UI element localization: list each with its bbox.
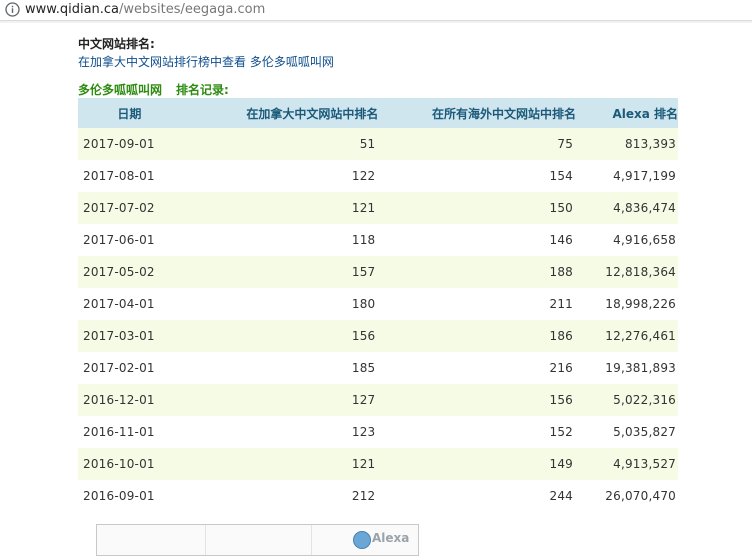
- cell-date: 2016-12-01: [78, 384, 181, 416]
- cell-overseas-rank: 244: [378, 480, 577, 512]
- records-label: 排名记录:: [176, 83, 229, 97]
- cell-overseas-rank: 146: [378, 224, 577, 256]
- table-row: 2016-11-01 123 152 5,035,827: [78, 416, 678, 448]
- table-row: 2017-02-01 185 216 19,381,893: [78, 352, 678, 384]
- header-date: 日期: [78, 98, 181, 128]
- cell-canada-rank: 123: [180, 416, 379, 448]
- cell-overseas-rank: 154: [378, 160, 577, 192]
- cell-alexa-rank: 5,035,827: [576, 416, 678, 448]
- cell-alexa-rank: 813,393: [576, 128, 678, 160]
- cell-alexa-rank: 5,022,316: [576, 384, 678, 416]
- cell-canada-rank: 121: [180, 192, 379, 224]
- widget-divider: [311, 525, 312, 555]
- ranking-link-site[interactable]: 多伦多呱呱叫网: [250, 55, 334, 69]
- cell-alexa-rank: 12,818,364: [576, 256, 678, 288]
- cell-date: 2017-05-02: [78, 256, 181, 288]
- url-domain: www.qidian.ca: [25, 2, 120, 17]
- cell-canada-rank: 212: [180, 480, 379, 512]
- cell-date: 2017-07-02: [78, 192, 181, 224]
- header-alexa-rank: Alexa 排名: [576, 98, 678, 128]
- cell-overseas-rank: 149: [378, 448, 577, 480]
- cell-overseas-rank: 186: [378, 320, 577, 352]
- cell-canada-rank: 51: [180, 128, 379, 160]
- cell-canada-rank: 127: [180, 384, 379, 416]
- cell-alexa-rank: 26,070,470: [576, 480, 678, 512]
- toolbar-divider: [0, 21, 752, 23]
- cell-overseas-rank: 156: [378, 384, 577, 416]
- url-path: /websites/eegaga.com: [119, 2, 266, 17]
- url-text[interactable]: www.qidian.ca/websites/eegaga.com: [25, 1, 265, 18]
- cell-alexa-rank: 18,998,226: [576, 288, 678, 320]
- records-site-name: 多伦多呱呱叫网: [78, 83, 163, 97]
- cell-date: 2017-04-01: [78, 288, 181, 320]
- header-canada-rank: 在加拿大中文网站中排名: [180, 98, 379, 128]
- cell-date: 2016-10-01: [78, 448, 181, 480]
- cell-alexa-rank: 4,916,658: [576, 224, 678, 256]
- table-row: 2017-04-01 180 211 18,998,226: [78, 288, 678, 320]
- alexa-logo-icon: [353, 531, 371, 549]
- cell-date: 2017-09-01: [78, 128, 181, 160]
- info-icon[interactable]: [5, 2, 20, 17]
- alexa-widget: Alexa: [96, 524, 419, 556]
- cell-overseas-rank: 188: [378, 256, 577, 288]
- alexa-brand-text: Alexa: [372, 531, 410, 545]
- cell-date: 2017-03-01: [78, 320, 181, 352]
- table-row: 2016-09-01 212 244 26,070,470: [78, 480, 678, 512]
- cell-date: 2017-02-01: [78, 352, 181, 384]
- cell-overseas-rank: 75: [378, 128, 577, 160]
- ranking-link-prefix[interactable]: 在加拿大中文网站排行榜中查看: [78, 55, 246, 69]
- table-row: 2017-08-01 122 154 4,917,199: [78, 160, 678, 192]
- ranking-title: 中文网站排名:: [78, 37, 155, 51]
- cell-alexa-rank: 4,913,527: [576, 448, 678, 480]
- cell-date: 2016-11-01: [78, 416, 181, 448]
- cell-canada-rank: 157: [180, 256, 379, 288]
- cell-date: 2016-09-01: [78, 480, 181, 512]
- address-bar[interactable]: www.qidian.ca/websites/eegaga.com: [0, 0, 752, 21]
- cell-alexa-rank: 4,917,199: [576, 160, 678, 192]
- cell-canada-rank: 122: [180, 160, 379, 192]
- cell-canada-rank: 180: [180, 288, 379, 320]
- cell-canada-rank: 185: [180, 352, 379, 384]
- cell-canada-rank: 156: [180, 320, 379, 352]
- table-header-row: 日期 在加拿大中文网站中排名 在所有海外中文网站中排名 Alexa 排名: [78, 98, 678, 128]
- table-row: 2016-12-01 127 156 5,022,316: [78, 384, 678, 416]
- cell-canada-rank: 118: [180, 224, 379, 256]
- cell-alexa-rank: 12,276,461: [576, 320, 678, 352]
- cell-date: 2017-06-01: [78, 224, 181, 256]
- cell-canada-rank: 121: [180, 448, 379, 480]
- widget-divider: [205, 525, 206, 555]
- cell-overseas-rank: 150: [378, 192, 577, 224]
- table-row: 2017-09-01 51 75 813,393: [78, 128, 678, 160]
- cell-alexa-rank: 4,836,474: [576, 192, 678, 224]
- cell-alexa-rank: 19,381,893: [576, 352, 678, 384]
- cell-overseas-rank: 216: [378, 352, 577, 384]
- table-row: 2017-07-02 121 150 4,836,474: [78, 192, 678, 224]
- table-row: 2016-10-01 121 149 4,913,527: [78, 448, 678, 480]
- cell-date: 2017-08-01: [78, 160, 181, 192]
- ranking-link[interactable]: 在加拿大中文网站排行榜中查看 多伦多呱呱叫网: [78, 53, 334, 70]
- ranking-table: 日期 在加拿大中文网站中排名 在所有海外中文网站中排名 Alexa 排名 201…: [78, 98, 678, 512]
- header-overseas-rank: 在所有海外中文网站中排名: [378, 98, 577, 128]
- records-heading: 多伦多呱呱叫网 排名记录:: [78, 81, 229, 98]
- table-row: 2017-03-01 156 186 12,276,461: [78, 320, 678, 352]
- table-row: 2017-06-01 118 146 4,916,658: [78, 224, 678, 256]
- cell-overseas-rank: 152: [378, 416, 577, 448]
- cell-overseas-rank: 211: [378, 288, 577, 320]
- table-row: 2017-05-02 157 188 12,818,364: [78, 256, 678, 288]
